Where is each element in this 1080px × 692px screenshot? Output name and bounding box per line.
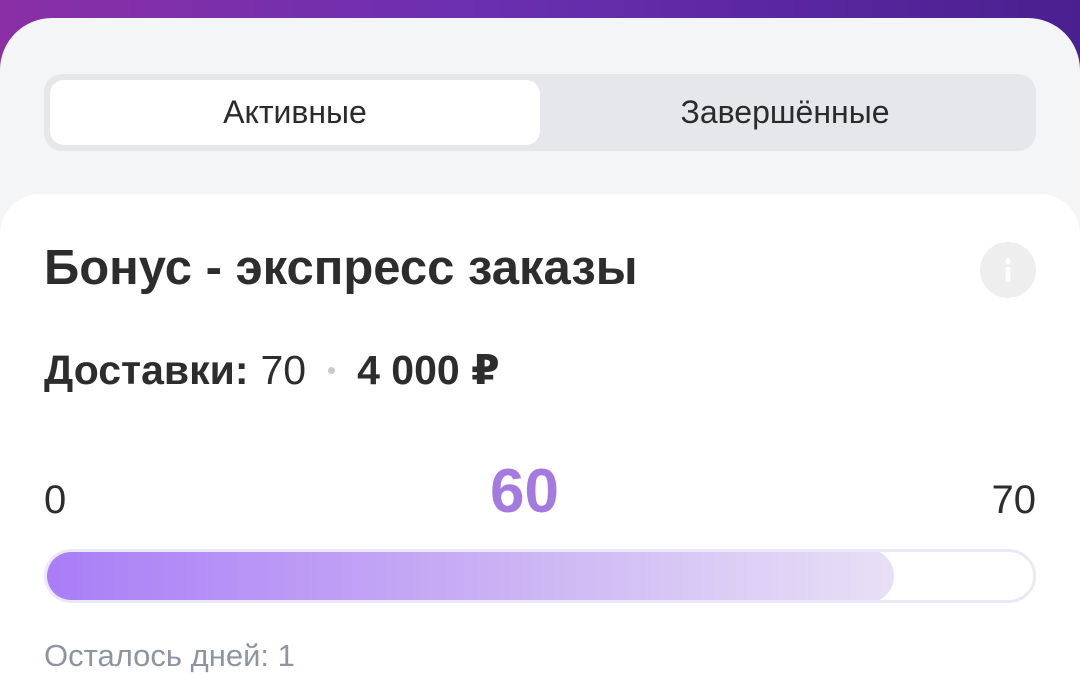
deliveries-label: Доставки: (44, 346, 249, 393)
info-icon (998, 256, 1018, 284)
progress-max: 70 (991, 478, 1037, 522)
tab-completed[interactable]: Завершённые (540, 80, 1030, 145)
progress-min: 0 (44, 478, 67, 522)
deliveries-target: 70 (260, 346, 307, 393)
days-left-text: Осталось дней: 1 (44, 638, 295, 673)
tab-active[interactable]: Активные (50, 80, 540, 145)
deliveries-row: Доставки: 70 4 000 ₽ (44, 346, 500, 394)
tabs-segmented-control: Активные Завершённые (44, 74, 1036, 151)
progress-current-value: 60 (490, 457, 559, 526)
progress-bar (44, 549, 1036, 603)
progress-bar-fill (47, 552, 894, 600)
bonus-title: Бонус - экспресс заказы (44, 241, 638, 295)
separator-dot (328, 366, 336, 374)
bonus-card: Бонус - экспресс заказы Доставки: 70 4 0… (0, 194, 1080, 692)
reward-amount: 4 000 ₽ (357, 347, 500, 393)
info-button[interactable] (980, 242, 1036, 298)
screen-sheet: Активные Завершённые Бонус - экспресс за… (0, 18, 1080, 692)
